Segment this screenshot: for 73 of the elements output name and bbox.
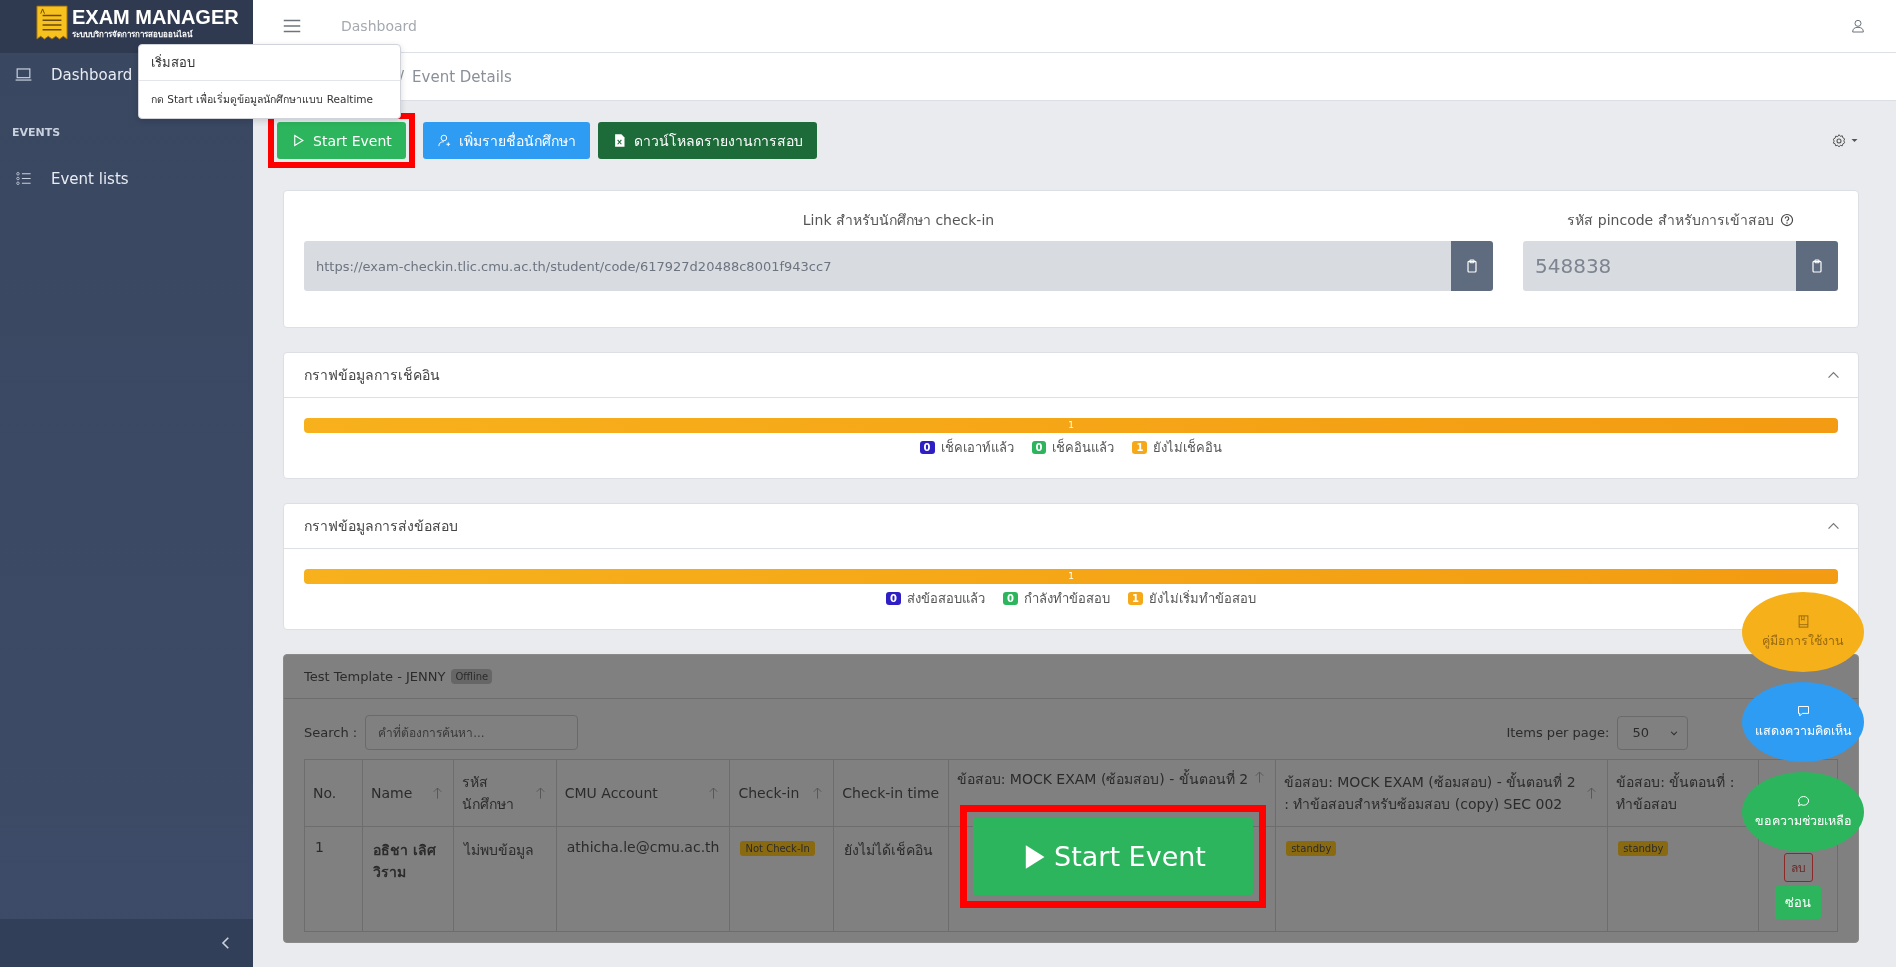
popover-text: กด Start เพื่อเริ่มดูข้อมูลนักศึกษาแบบ Realtime: [150, 91, 375, 108]
app-title: EXAM MANAGER: [72, 5, 239, 29]
hide-button[interactable]: ซ่อน: [1775, 886, 1822, 919]
page-title: Dashboard: [341, 18, 417, 34]
settings-button[interactable]: [1831, 132, 1859, 149]
popover-title: เริ่มสอบ: [139, 45, 400, 81]
laptop-icon: [14, 65, 33, 84]
legend-label: กำลังทำข้อสอบ: [1024, 590, 1110, 608]
status-badge: Offline: [451, 669, 493, 684]
column-header: Check-in: [738, 785, 800, 801]
table-cell: athicha.le@cmu.ac.th: [566, 839, 720, 855]
count-badge: 0: [919, 441, 935, 454]
settings-icon: [1831, 132, 1847, 149]
copy-button[interactable]: [1451, 241, 1493, 291]
add-students-button[interactable]: เพิ่มรายชื่อนักศึกษา: [422, 122, 590, 159]
user-plus-icon: [436, 133, 452, 148]
progress-fill: 1: [304, 418, 1838, 433]
play-icon: [291, 133, 306, 148]
help-icon: [1779, 213, 1794, 227]
delete-button[interactable]: ลบ: [1783, 853, 1813, 882]
list-icon: [14, 169, 33, 188]
progress-fill: 1: [304, 569, 1838, 584]
column-header: CMU Account: [564, 785, 658, 801]
user-button[interactable]: [1850, 18, 1866, 34]
app-subtitle: ระบบบริการจัดการการสอบออนไลน์: [72, 30, 194, 40]
count-badge: 0: [1031, 441, 1047, 454]
section-heading: EVENTS: [11, 125, 62, 141]
column-header: ข้อสอบ: MOCK EXAM (ซ้อมสอบ) - ขั้นตอนที่ 2: [956, 768, 1249, 789]
column-header: Check-in time: [842, 785, 940, 801]
status-badge: Not Check-In: [740, 841, 815, 856]
legend-label: ยังไม่เช็คอิน: [1153, 437, 1223, 457]
chat-icon: [1795, 794, 1811, 810]
count-badge: 0: [886, 592, 901, 605]
count-badge: 0: [1003, 592, 1018, 605]
panel-title: กราฟข้อมูลการเช็คอิน: [304, 365, 440, 386]
table-cell: 1: [315, 839, 324, 855]
legend-label: ส่งข้อสอบแล้ว: [907, 590, 985, 608]
count-badge: 1: [1128, 592, 1143, 605]
user-icon: [1850, 18, 1866, 34]
count-badge: 1: [1132, 441, 1148, 454]
column-header: ข้อสอบ: ขั้นตอนที่ : ทำข้อสอบ: [1616, 771, 1736, 814]
book-icon: [1795, 614, 1811, 630]
status-badge: standby: [1286, 841, 1337, 856]
breadcrumb-item: Event Details: [412, 67, 512, 86]
column-header: No.: [313, 785, 337, 801]
event-title: Test Template - JENNY: [304, 669, 446, 684]
table-cell: ไม่พบข้อมูล: [463, 842, 534, 858]
readonly-field[interactable]: 548838: [1523, 241, 1796, 291]
download-button[interactable]: ดาวน์โหลดรายงานการสอบ: [597, 122, 817, 159]
search-label: Search :: [304, 725, 358, 740]
start-button[interactable]: Start Event: [973, 818, 1253, 895]
column-header: รหัส นักศึกษา: [461, 773, 515, 814]
start-button[interactable]: Start Event: [277, 122, 406, 159]
sidebar-item[interactable]: Event lists: [0, 157, 143, 200]
page-size-select[interactable]: 50: [1617, 715, 1688, 750]
search-field[interactable]: คำที่ต้องการค้นหา...: [365, 715, 579, 750]
student-name: อธิชา เลิศวิราม: [373, 842, 436, 880]
copy-button[interactable]: [1796, 241, 1838, 291]
legend-label: เช็คอินแล้ว: [1052, 437, 1115, 457]
legend-label: เช็คเอาท์แล้ว: [940, 437, 1014, 457]
clipboard-icon: [1464, 258, 1480, 274]
items-per-page-label: Items per page:: [1506, 725, 1610, 740]
field-label: รหัส pincode สำหรับการเข้าสอบ: [1567, 211, 1774, 230]
column-header: ข้อสอบ: MOCK EXAM (ซ้อมสอบ) - ขั้นตอนที่ 2 : ทำข้อสอบสำหรับซ้อมสอบ (copy) SEC 002: [1284, 771, 1577, 814]
field-label: Link สำหรับนักศึกษา check-in: [802, 211, 995, 230]
status-badge: standby: [1618, 841, 1669, 856]
legend-label: ยังไม่เริ่มทำข้อสอบ: [1148, 589, 1256, 608]
caret-icon: [1850, 136, 1859, 145]
table-cell: ยังไม่ได้เช็คอิน: [844, 842, 934, 858]
panel-title: กราฟข้อมูลการส่งข้อสอบ: [304, 517, 458, 537]
readonly-field[interactable]: https://exam-checkin.tlic.cmu.ac.th/student/code/617927d20488c8001f943cc7: [304, 241, 1451, 291]
column-header: Name: [371, 785, 413, 801]
clipboard-icon: [1809, 258, 1825, 274]
